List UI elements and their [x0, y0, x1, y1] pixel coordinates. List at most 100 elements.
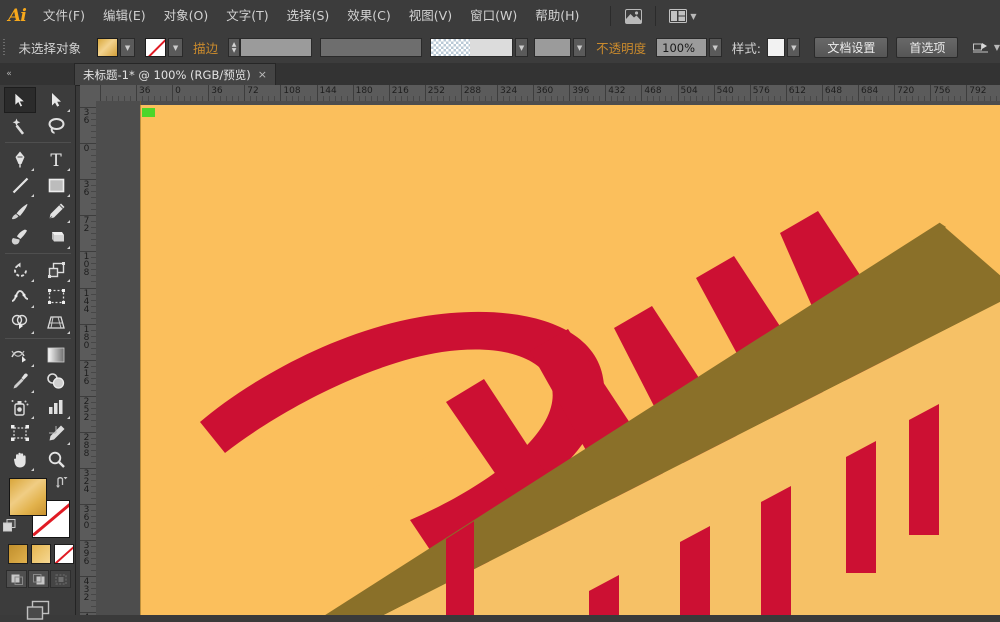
- slice-tool[interactable]: [40, 420, 72, 446]
- tool-flyout-corner: [31, 305, 34, 308]
- none-mode-button[interactable]: [54, 544, 74, 564]
- fill-stroke-widget: [0, 476, 75, 540]
- perspective-grid-tool[interactable]: [40, 309, 72, 335]
- draw-inside-icon[interactable]: [50, 570, 71, 588]
- tool-flyout-corner: [31, 331, 34, 334]
- rectangle-tool[interactable]: [40, 172, 72, 198]
- blend-tool[interactable]: [40, 368, 72, 394]
- artboard[interactable]: [140, 105, 1000, 615]
- opacity-input[interactable]: 100%: [656, 38, 707, 57]
- menu-effect[interactable]: 效果(C): [338, 0, 399, 32]
- document-setup-button[interactable]: 文档设置: [814, 37, 889, 58]
- stroke-dropdown-arrow[interactable]: ▼: [168, 38, 184, 57]
- menu-view[interactable]: 视图(V): [400, 0, 461, 32]
- ruler-label: 288: [463, 86, 482, 96]
- eyedropper-tool[interactable]: [4, 368, 36, 394]
- brush-definition-arrow[interactable]: ▼: [515, 38, 529, 57]
- align-chevron-icon[interactable]: ▼: [994, 43, 1000, 52]
- canvas-area[interactable]: [96, 101, 1000, 615]
- rotate-tool[interactable]: [4, 257, 36, 283]
- color-mode-button[interactable]: [8, 544, 28, 564]
- chevron-down-icon[interactable]: ▼: [690, 12, 696, 21]
- opacity-preview-field[interactable]: [534, 38, 571, 57]
- zoom-tool[interactable]: [40, 446, 72, 472]
- align-to-icon[interactable]: [970, 38, 991, 58]
- arrange-documents-icon[interactable]: [666, 6, 690, 26]
- free-transform-tool[interactable]: [40, 283, 72, 309]
- opacity-dropdown-arrow[interactable]: ▼: [708, 38, 722, 57]
- artboard-tool[interactable]: [4, 420, 36, 446]
- fill-dropdown-arrow[interactable]: ▼: [120, 38, 136, 57]
- draw-behind-icon[interactable]: [28, 570, 49, 588]
- vertical-ruler[interactable]: 3603672108144180216252288324360396432468: [80, 101, 97, 615]
- ruler-label: 180: [83, 324, 90, 351]
- draw-normal-icon[interactable]: [6, 570, 27, 588]
- ruler-label: 396: [572, 86, 590, 96]
- shape-builder-tool[interactable]: [4, 309, 36, 335]
- graphic-style-arrow[interactable]: ▼: [787, 38, 801, 57]
- opacity-label[interactable]: 不透明度: [586, 38, 656, 57]
- ruler-major-tick: [99, 85, 101, 101]
- width-tool[interactable]: [4, 283, 36, 309]
- ruler-label: 144: [319, 86, 337, 96]
- fill-swatch[interactable]: [97, 38, 119, 57]
- tool-flyout-corner: [31, 468, 34, 471]
- stroke-weight-stepper[interactable]: ▲ ▼: [228, 38, 241, 57]
- menu-object[interactable]: 对象(O): [155, 0, 218, 32]
- menu-type[interactable]: 文字(T): [217, 0, 277, 32]
- mesh-tool[interactable]: [4, 342, 36, 368]
- horizontal-ruler[interactable]: 36 0 36 72 108 144 180 216 252 288 324 360 396 432 468…: [96, 85, 1000, 102]
- ruler-label: 252: [83, 396, 90, 423]
- opacity-preview-arrow[interactable]: ▼: [573, 38, 587, 57]
- gradient-tool[interactable]: [40, 342, 72, 368]
- stroke-weight-input[interactable]: [240, 38, 313, 57]
- bridge-icon[interactable]: [621, 6, 645, 26]
- paintbrush-tool[interactable]: [4, 198, 36, 224]
- default-fill-stroke-icon[interactable]: [3, 519, 16, 535]
- collapse-panel-icon[interactable]: «: [0, 63, 18, 85]
- ruler-label: 360: [83, 505, 90, 532]
- ruler-corner[interactable]: [80, 85, 97, 102]
- ruler-label: 36: [211, 86, 223, 96]
- line-segment-tool[interactable]: [4, 172, 36, 198]
- svg-text:T: T: [50, 151, 62, 168]
- scale-tool[interactable]: [40, 257, 72, 283]
- pen-tool[interactable]: [4, 146, 36, 172]
- magic-wand-tool[interactable]: [4, 113, 36, 139]
- ruler-label: 432: [608, 86, 626, 96]
- menu-window[interactable]: 窗口(W): [461, 0, 526, 32]
- direct-selection-tool[interactable]: [40, 87, 72, 113]
- gradient-mode-button[interactable]: [31, 544, 51, 564]
- eraser-tool[interactable]: [40, 224, 72, 250]
- graphic-style-swatch[interactable]: [767, 38, 786, 57]
- control-bar-grip[interactable]: [0, 32, 9, 63]
- menu-file[interactable]: 文件(F): [34, 0, 94, 32]
- tool-flyout-corner: [67, 220, 70, 223]
- hand-tool[interactable]: [4, 446, 36, 472]
- fill-swatch[interactable]: [9, 478, 47, 516]
- lasso-tool[interactable]: [40, 113, 72, 139]
- selection-tool[interactable]: [4, 87, 36, 113]
- pencil-tool[interactable]: [40, 198, 72, 224]
- column-graph-tool[interactable]: [40, 394, 72, 420]
- swap-fill-stroke-icon[interactable]: [56, 476, 69, 491]
- menu-select[interactable]: 选择(S): [278, 0, 339, 32]
- preferences-button[interactable]: 首选项: [896, 37, 959, 58]
- symbol-sprayer-tool[interactable]: [4, 394, 36, 420]
- document-tab[interactable]: 未标题-1* @ 100% (RGB/预览) ×: [74, 63, 276, 85]
- menu-edit[interactable]: 编辑(E): [94, 0, 155, 32]
- tool-flyout-corner: [31, 194, 34, 197]
- menu-help[interactable]: 帮助(H): [526, 0, 588, 32]
- type-tool[interactable]: T: [40, 146, 72, 172]
- close-icon[interactable]: ×: [258, 68, 267, 81]
- stroke-profile-select[interactable]: [320, 38, 422, 57]
- brush-definition-select[interactable]: [429, 38, 513, 57]
- blob-brush-tool[interactable]: [4, 224, 36, 250]
- screen-mode-icon[interactable]: [0, 588, 75, 622]
- stroke-label[interactable]: 描边: [183, 38, 228, 57]
- ruler-label: 36: [83, 108, 90, 126]
- ruler-label: 36: [83, 180, 90, 199]
- ruler-label: 324: [500, 86, 518, 96]
- stroke-swatch-none[interactable]: [145, 38, 167, 57]
- tool-flyout-corner: [67, 194, 70, 197]
